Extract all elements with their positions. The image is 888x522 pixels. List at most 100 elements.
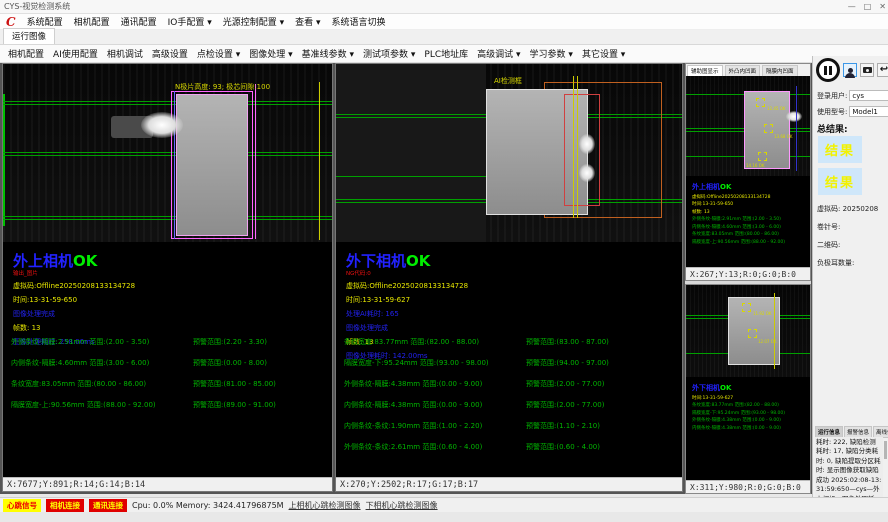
menu-comm-config[interactable]: 通讯配置 [121, 15, 157, 28]
tool-learning-params[interactable]: 学习参数 ▾ [530, 47, 573, 60]
tool-advanced-settings[interactable]: 高级设置 [152, 47, 188, 60]
tool-image-processing[interactable]: 图像处理 ▾ [249, 47, 292, 60]
menu-light-config[interactable]: 光源控制配置 ▾ [223, 15, 284, 28]
camera-image-upper[interactable]: N极片高度: 93; 极芯间隙:100 [3, 64, 332, 242]
run-log-text: 耗时: 222, 缺陷检测耗时: 17, 缺陷分类耗时: 0, 缺陷提取分区耗时… [815, 437, 883, 503]
model-row: 使用型号: Model1 [817, 106, 888, 117]
log-scrollbar[interactable] [884, 441, 887, 459]
aux-overlay-top: 外上相机OK 虚拟码:Offline20250208133134728 时间:1… [692, 182, 804, 245]
tool-spotcheck-settings[interactable]: 点检设置 ▾ [197, 47, 240, 60]
gripper-glove [141, 112, 183, 138]
return-arrow-icon: ↩ [880, 65, 888, 75]
aux-image-top[interactable]: 12.45 OK 13.68 OK 14.16 OK [686, 76, 810, 176]
page-tab-row: 运行图像 [0, 30, 888, 45]
aux-tab-outer[interactable]: 外凸内凹面 [725, 65, 761, 76]
pin-number-label: 卷针号: [817, 222, 840, 232]
aux-tab-assist[interactable]: 辅助图显示 [687, 65, 723, 76]
measurement-row: 内侧条纹-隔膜:4.60mm 范围:(3.00 - 6.00)预警范围:(0.0… [11, 358, 327, 368]
user-icon [848, 68, 853, 73]
upper-camera-subtitle: 输出_图片 [13, 269, 135, 277]
app-logo-icon: C [6, 15, 16, 29]
measurement-row: 隔膜宽度-下:95.24mm 范围:(93.00 - 98.00)预警范围:(9… [344, 358, 676, 368]
tool-test-item-params[interactable]: 测试项参数 ▾ [363, 47, 415, 60]
menu-language-switch[interactable]: 系统语言切换 [332, 15, 386, 28]
tool-other-settings[interactable]: 其它设置 ▾ [582, 47, 625, 60]
login-user-field[interactable]: cys [849, 90, 888, 101]
lower-virtual-code: 虚拟码:Offline20250208133134728 [346, 281, 468, 291]
upper-frame-count: 帧数: 13 [13, 323, 135, 333]
aux-image-bottom[interactable]: 11.92 OK 12.07 OK [686, 285, 810, 377]
camera-panel-upper: N极片高度: 93; 极芯间隙:100 外上相机OK 输出_图片 虚拟码:Off… [2, 63, 333, 492]
aux-tabs: 辅助图显示 外凸内凹面 隔膜内凹面 [686, 64, 810, 76]
measurement-row: 隔膜宽度-上:90.56mm 范围:(88.00 - 92.00)预警范围:(8… [11, 400, 327, 410]
measurement-row: 条纹宽度:83.05mm 范围:(80.00 - 86.00)预警范围:(81.… [11, 379, 327, 389]
measurement-row: 条纹宽度:83.77mm 范围:(82.00 - 88.00)预警范围:(83.… [344, 337, 676, 347]
measurement-row: 外侧条纹-隔膜:2.91mm 范围:(2.00 - 3.50)预警范围:(2.2… [11, 337, 327, 347]
blue-guide-line-mini [796, 86, 797, 171]
upper-camera-title: 外上相机OK [13, 254, 135, 269]
tool-baseline-params[interactable]: 基准线参数 ▾ [302, 47, 354, 60]
upper-overlay-info: 外上相机OK 输出_图片 虚拟码:Offline2025020813313472… [13, 254, 135, 347]
user-lock-button[interactable] [843, 63, 857, 77]
tool-ai-use-config[interactable]: AI使用配置 [53, 47, 98, 60]
measurement-row: 外侧条纹-条纹:2.61mm 范围:(0.60 - 4.00)预警范围:(0.6… [344, 442, 676, 452]
lower-camera-subtitle: NG代码:0 [346, 269, 468, 277]
window-title: CYS-视觉检测系统 [4, 1, 70, 12]
tool-camera-config[interactable]: 相机配置 [8, 47, 44, 60]
cpu-memory-readout: Cpu: 0.0% Memory: 3424.41796875M [132, 501, 284, 510]
model-label: 使用型号: [817, 107, 847, 117]
menu-system-config[interactable]: 系统配置 [27, 15, 63, 28]
lower-pixel-readout: X:270;Y:2502;R:17;G:17;B:17 [336, 477, 682, 491]
tool-plc-address[interactable]: PLC地址库 [424, 47, 468, 60]
tool-advanced-debug[interactable]: 高级调试 ▾ [477, 47, 520, 60]
menu-bar: C 系统配置 相机配置 通讯配置 IO手配置 ▾ 光源控制配置 ▾ 查看 ▾ 系… [0, 14, 888, 30]
menu-io-config[interactable]: IO手配置 ▾ [168, 15, 212, 28]
pause-button[interactable] [816, 58, 840, 82]
model-field[interactable]: Model1 [849, 106, 888, 117]
blue-guide-line [174, 91, 175, 239]
camera-icon [863, 67, 872, 73]
aux-top-pixel-readout: X:267;Y:13;R:0;G:0;B:0 [686, 267, 810, 280]
minimize-button[interactable]: — [848, 0, 856, 14]
aux-tab-membrane[interactable]: 隔膜内凹面 [762, 65, 798, 76]
login-user-row: 登录用户: cys [817, 90, 888, 101]
result-box-lower: 结果 [818, 168, 862, 195]
close-button[interactable]: ✕ [879, 0, 886, 14]
lower-measurements: 条纹宽度:83.77mm 范围:(82.00 - 88.00)预警范围:(83.… [344, 337, 676, 463]
camera-snapshot-button[interactable] [860, 63, 874, 77]
tab-run-image[interactable]: 运行图像 [3, 28, 55, 44]
lower-ai-time: 处理AI耗时: 165 [346, 309, 468, 319]
camera-image-lower[interactable]: AI检测框 [336, 64, 682, 242]
heartbeat-status-badge: 心跳信号 [3, 499, 41, 512]
measurement-row: 外侧条纹-隔膜:4.38mm 范围:(0.00 - 9.00)预警范围:(2.0… [344, 379, 676, 389]
upper-camera-heartbeat-link[interactable]: 上相机心跳检测图像 [289, 500, 361, 511]
lower-camera-heartbeat-link[interactable]: 下相机心跳检测图像 [366, 500, 438, 511]
upper-pixel-readout: X:7677;Y:891;R:14;G:14;B:14 [3, 477, 332, 491]
auxiliary-column: 辅助图显示 外凸内凹面 隔膜内凹面 12.45 OK 13.68 OK 14.1… [685, 63, 811, 494]
aux-view-bottom: 11.92 OK 12.07 OK 外下相机OK 时间:13-31-59-627… [685, 284, 811, 494]
camera-panel-lower: AI检测框 外下相机OK NG代码:0 虚拟码:Offline202502081… [335, 63, 683, 492]
tool-camera-debug[interactable]: 相机调试 [107, 47, 143, 60]
measurement-row: 内侧条纹-条纹:1.90mm 范围:(1.00 - 2.20)预警范围:(1.1… [344, 421, 676, 431]
right-sidebar: ↩ 登录用户: cys 使用型号: Model1 总结果: 结果 结果 虚拟码:… [812, 56, 888, 512]
control-buttons: ↩ [816, 58, 888, 82]
upper-virtual-code: 虚拟码:Offline20250208133134728 [13, 281, 135, 291]
yellow-guide-line-mini [774, 293, 775, 369]
status-bar: 心跳信号 相机连接 通讯连接 Cpu: 0.0% Memory: 3424.41… [0, 497, 888, 512]
total-result-label: 总结果: [817, 122, 848, 135]
app-window: CYS-视觉检测系统 — □ ✕ C 系统配置 相机配置 通讯配置 IO手配置 … [0, 0, 888, 522]
menu-view[interactable]: 查看 ▾ [295, 15, 320, 28]
gripper-glove-mini [786, 111, 802, 122]
fixture-shadow [336, 64, 486, 242]
aux-overlay-bottom: 外下相机OK 时间:13-31-59-627 条纹宽度:83.77mm 范围:(… [692, 383, 804, 431]
toolbar: 相机配置 AI使用配置 相机调试 高级设置 点检设置 ▾ 图像处理 ▾ 基准线参… [0, 45, 888, 63]
ai-box-annotation: AI检测框 [494, 76, 522, 86]
camera-status-badge: 相机连接 [46, 499, 84, 512]
upper-time: 时间:13-31-59-650 [13, 295, 135, 305]
maximize-button[interactable]: □ [864, 0, 872, 14]
yellow-guide-line [573, 76, 574, 218]
title-bar: CYS-视觉检测系统 — □ ✕ [0, 0, 888, 14]
lower-time: 时间:13-31-59-627 [346, 295, 468, 305]
menu-camera-config[interactable]: 相机配置 [74, 15, 110, 28]
logout-button[interactable]: ↩ [877, 63, 888, 77]
